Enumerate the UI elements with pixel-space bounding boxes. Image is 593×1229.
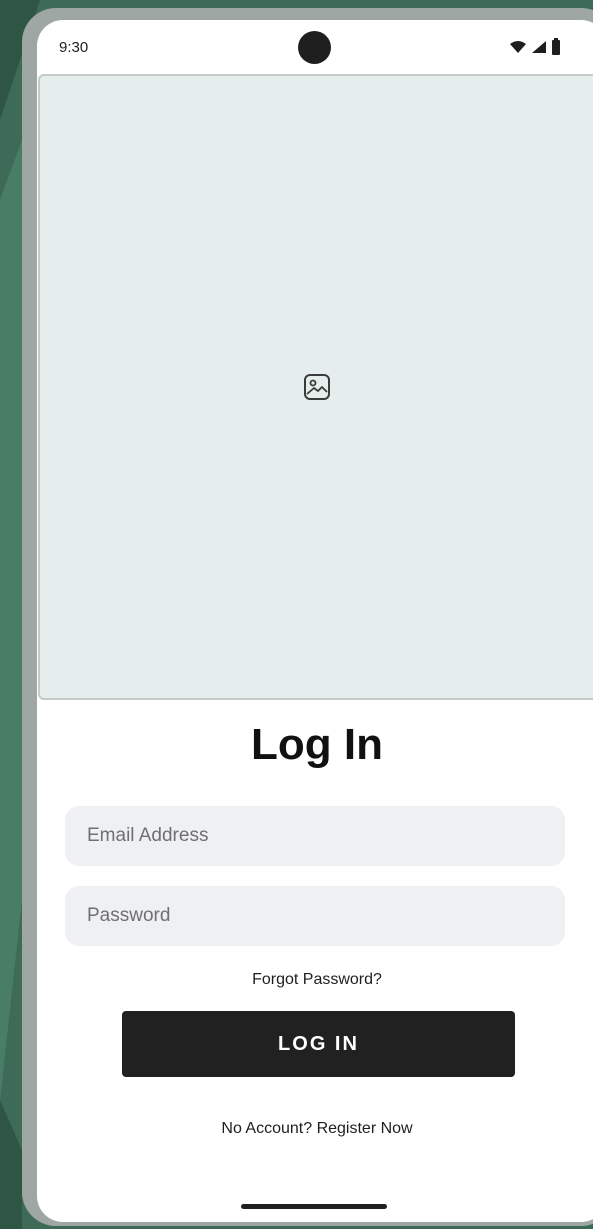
page-title: Log In [251, 720, 383, 769]
image-placeholder-icon [304, 374, 330, 400]
login-button[interactable]: LOG IN [122, 1011, 515, 1077]
signal-icon [532, 40, 546, 53]
home-indicator[interactable] [241, 1204, 387, 1209]
password-field[interactable] [65, 886, 565, 946]
status-bar: 9:30 [37, 20, 593, 74]
email-field[interactable] [65, 806, 565, 866]
status-icons [509, 38, 561, 55]
phone-screen: 9:30 Log In Forgot Password? LOG IN No A… [37, 20, 593, 1222]
wifi-icon [510, 40, 526, 53]
hero-image-placeholder [38, 74, 593, 700]
battery-icon [552, 38, 560, 55]
camera-cutout [298, 31, 331, 64]
forgot-password-link[interactable]: Forgot Password? [37, 971, 593, 989]
register-link[interactable]: No Account? Register Now [37, 1120, 593, 1138]
status-time: 9:30 [59, 39, 89, 56]
